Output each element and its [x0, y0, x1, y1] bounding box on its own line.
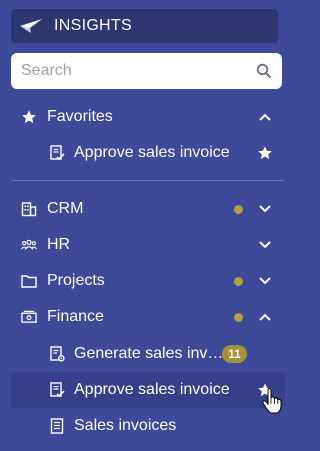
- finance-item-label: Sales invoices: [74, 417, 177, 434]
- nav-item-crm[interactable]: CRM: [0, 191, 292, 227]
- chevron-up-icon[interactable]: [258, 310, 272, 324]
- star-icon: [21, 109, 37, 125]
- search-icon[interactable]: [256, 63, 272, 79]
- chevron-down-icon[interactable]: [258, 238, 272, 252]
- money-icon: [21, 309, 37, 325]
- chevron-down-icon[interactable]: [258, 274, 272, 288]
- generate-invoice-icon: [49, 346, 65, 362]
- status-dot: [234, 276, 243, 286]
- chevron-up-icon[interactable]: [258, 110, 272, 124]
- favorite-item-label: Approve sales invoice: [74, 144, 230, 161]
- finance-item-label: Generate sales inv…: [74, 345, 224, 362]
- finance-item-label: Approve sales invoice: [74, 381, 230, 398]
- search-box[interactable]: [11, 53, 282, 89]
- nav-item-finance[interactable]: Finance: [0, 299, 292, 335]
- finance-item-generate-sales-invoices[interactable]: Generate sales inv… 11: [0, 336, 292, 372]
- building-icon: [21, 201, 37, 217]
- status-dot: [234, 204, 243, 214]
- search-input[interactable]: [21, 62, 241, 80]
- app-header[interactable]: INSIGHTS: [11, 9, 278, 43]
- section-favorites[interactable]: Favorites: [0, 99, 292, 135]
- nav-label: Projects: [47, 272, 105, 289]
- count-badge: 11: [222, 345, 247, 363]
- sidebar-panel: INSIGHTS Favorites Approve sales invoice…: [0, 0, 292, 451]
- nav-item-projects[interactable]: Projects: [0, 263, 292, 299]
- approve-invoice-icon: [49, 382, 65, 398]
- status-dot: [234, 312, 243, 322]
- approve-invoice-icon: [49, 145, 65, 161]
- favorites-label: Favorites: [47, 108, 113, 125]
- nav-label: HR: [47, 236, 71, 253]
- app-title: INSIGHTS: [54, 17, 132, 34]
- folder-icon: [21, 273, 37, 289]
- finance-item-sales-invoices[interactable]: Sales invoices: [0, 408, 292, 444]
- invoice-list-icon: [49, 418, 65, 434]
- finance-item-approve-sales-invoice[interactable]: Approve sales invoice: [11, 372, 285, 408]
- favorite-item-approve-sales-invoice[interactable]: Approve sales invoice: [0, 135, 292, 171]
- hand-cursor-icon: [262, 388, 282, 414]
- nav-label: Finance: [47, 308, 104, 325]
- nav-item-hr[interactable]: HR: [0, 227, 292, 263]
- chevron-down-icon[interactable]: [258, 202, 272, 216]
- people-icon: [21, 237, 37, 253]
- nav-label: CRM: [47, 200, 84, 217]
- star-icon[interactable]: [257, 145, 273, 161]
- paper-plane-icon: [20, 19, 42, 33]
- section-divider: [11, 180, 284, 181]
